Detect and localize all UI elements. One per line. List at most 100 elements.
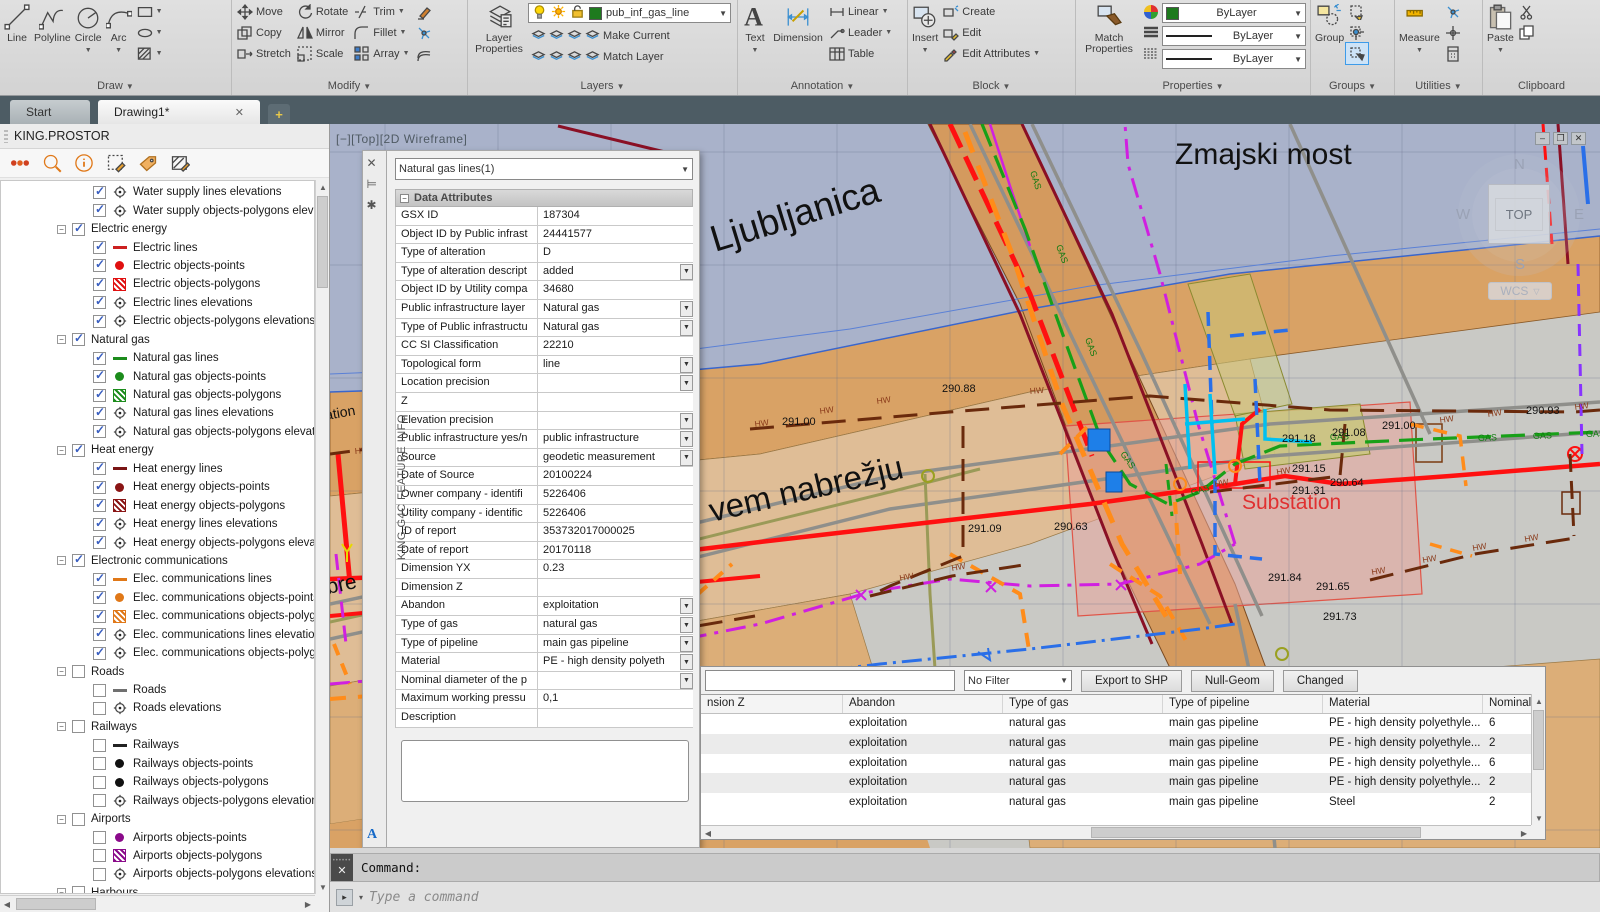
tree-vscrollbar[interactable]: ▲▼ [315,180,329,894]
array-button[interactable]: Array▼ [351,43,412,64]
table-row[interactable]: exploitationnatural gasmain gas pipeline… [701,734,1531,754]
circle-button[interactable]: Circle▼ [73,1,104,77]
viewcube-west[interactable]: W [1456,206,1470,223]
paste-button[interactable]: Paste▼ [1485,1,1516,77]
panel-title-utilities[interactable]: Utilities ▼ [1395,79,1482,95]
zoom-icon[interactable] [42,153,62,173]
panel-title-draw[interactable]: Draw ▼ [0,79,231,95]
trim-button[interactable]: Trim▼ [351,1,412,22]
layer-dropdown[interactable]: pub_inf_gas_line▼ [528,3,731,23]
tree-expand-icon[interactable]: − [57,556,66,565]
table-row[interactable]: exploitationnatural gasmain gas pipeline… [701,754,1531,774]
tab-start[interactable]: Start [10,100,90,124]
cut-icon[interactable] [1516,1,1538,22]
tree-item[interactable]: Natural gas lines [1,349,314,367]
attribute-value[interactable]: 0.23 [538,560,693,578]
tree-item[interactable]: Electric objects-polygons [1,275,314,293]
tree-checkbox[interactable] [72,554,85,567]
rotate-button[interactable]: Rotate [294,1,351,22]
move-button[interactable]: Move [234,1,294,22]
tree-item[interactable]: Electric objects-polygons elevations [1,312,314,330]
table-row[interactable]: exploitationnatural gasmain gas pipeline… [701,714,1531,734]
insert-button[interactable]: Insert▼ [910,1,940,77]
layer-tool-icon[interactable] [549,49,565,65]
tree-checkbox[interactable] [93,425,106,438]
tree-item[interactable]: Water supply lines elevations [1,183,314,201]
dialog-pin-icon[interactable]: ⊨ [367,177,383,193]
viewcube-south[interactable]: S [1515,256,1525,273]
tree-item[interactable]: Elec. communications objects-polygons [1,644,314,662]
tree-checkbox[interactable] [93,407,106,420]
copy-clip-icon[interactable] [1516,22,1538,43]
mirror-button[interactable]: Mirror [294,22,351,43]
attribute-dropdown-icon[interactable]: ▼ [680,598,693,614]
color-bylayer-dropdown[interactable]: ByLayer▼ [1162,3,1306,23]
attribute-value[interactable]: added [538,263,680,281]
viewport-controls-label[interactable]: [−][Top][2D Wireframe] [336,132,467,146]
tab-close-icon[interactable]: ✕ [235,106,244,119]
close-icon[interactable]: ✕ [1571,132,1586,145]
attribute-dropdown-icon[interactable]: ▼ [680,413,693,429]
tree-checkbox[interactable] [93,518,106,531]
tree-checkbox[interactable] [93,278,106,291]
attribute-value[interactable]: 5226406 [538,505,693,523]
measure-button[interactable]: Measure▼ [1397,1,1442,77]
info-icon[interactable] [74,153,94,173]
attribute-value[interactable]: 187304 [538,207,693,225]
wcs-menu[interactable]: WCS▽ [1488,282,1552,300]
tree-item[interactable]: −Electric energy [1,220,314,238]
description-box[interactable] [401,740,689,802]
edit-button[interactable]: Edit [940,22,1043,43]
tree-item[interactable]: Natural gas objects-polygons [1,386,314,404]
tree-checkbox[interactable] [93,315,106,328]
tree-item[interactable]: Natural gas lines elevations [1,404,314,422]
tree-item[interactable]: −Heat energy [1,441,314,459]
tree-checkbox[interactable] [93,647,106,660]
tree-checkbox[interactable] [93,389,106,402]
feature-table[interactable]: nsion ZAbandonType of gasType of pipelin… [701,694,1531,825]
match-properties-button[interactable]: Match Properties [1078,1,1140,77]
tree-checkbox[interactable] [93,204,106,217]
attribute-value[interactable]: public infrastructure [538,430,680,448]
table-hscrollbar[interactable]: ◀▶ [701,825,1531,839]
tree-item[interactable]: Heat energy lines [1,460,314,478]
polyline-button[interactable]: Polyline [32,1,73,77]
layer-tool-icon[interactable] [531,28,547,44]
ellipse-button[interactable]: ▼ [134,22,166,43]
collapse-icon[interactable]: − [400,194,409,203]
tree-hscrollbar[interactable]: ◀▶ [0,895,315,912]
column-header[interactable]: Nominal diamet [1483,695,1531,713]
text-button[interactable]: AText▼ [740,1,770,77]
command-input-row[interactable]: ▸ ▾ Type a command [330,882,1600,912]
table-row[interactable]: exploitationnatural gasmain gas pipeline… [701,793,1531,813]
tree-checkbox[interactable] [93,591,106,604]
tree-checkbox[interactable] [72,444,85,457]
attribute-value[interactable]: D [538,244,693,262]
panel-title-annotation[interactable]: Annotation ▼ [738,79,907,95]
filter-dropdown[interactable]: No Filter▼ [964,670,1072,691]
table-row[interactable]: exploitationnatural gasmain gas pipeline… [701,773,1531,793]
tree-checkbox[interactable] [93,186,106,199]
attribute-dropdown-icon[interactable]: ▼ [680,320,693,336]
layer-properties-button[interactable]: Layer Properties [470,1,528,77]
quick-calc-icon[interactable] [1442,43,1464,64]
tree-checkbox[interactable] [93,241,106,254]
tree-checkbox[interactable] [93,739,106,752]
attribute-dropdown-icon[interactable]: ▼ [680,636,693,652]
edit-selection-icon[interactable] [106,153,126,173]
dialog-properties-icon[interactable]: ✱ [367,198,383,214]
tree-item[interactable]: Railways [1,736,314,754]
ungroup-icon[interactable] [1346,22,1368,43]
id-point-icon[interactable] [1442,22,1464,43]
tree-checkbox[interactable] [93,259,106,272]
attribute-value[interactable]: main gas pipeline [538,635,680,653]
feature-selector-dropdown[interactable]: Natural gas lines(1)▼ [395,158,693,180]
arc-button[interactable]: Arc▼ [104,1,134,77]
tree-item[interactable]: Heat energy lines elevations [1,515,314,533]
attribute-value[interactable]: 20170118 [538,542,693,560]
erase-icon[interactable] [413,1,435,22]
viewcube-north[interactable]: N [1514,156,1525,173]
dialog-close-icon[interactable]: ✕ [367,156,383,172]
attribute-value[interactable] [538,374,680,392]
attribute-value[interactable]: line [538,356,680,374]
